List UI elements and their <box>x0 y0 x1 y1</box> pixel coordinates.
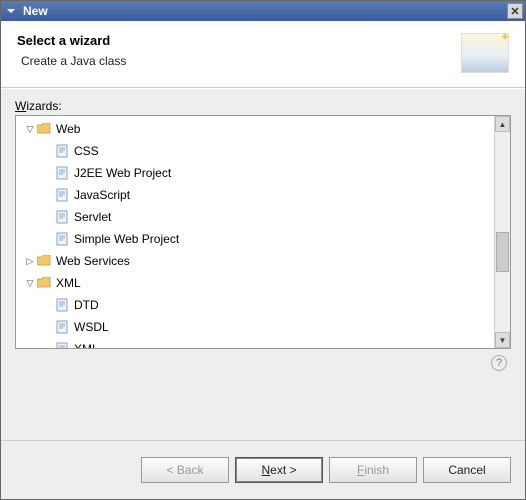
next-button[interactable]: Next > <box>235 457 323 483</box>
tree-item[interactable]: DTD <box>16 294 494 316</box>
button-bar: < Back Next > Finish Cancel <box>1 440 525 499</box>
banner-title: Select a wizard <box>17 33 461 48</box>
tree-item[interactable]: Simple Web Project <box>16 228 494 250</box>
finish-button: Finish <box>329 457 417 483</box>
tree-item-label: Web Services <box>56 254 130 268</box>
tree-item[interactable]: CSS <box>16 140 494 162</box>
vertical-scrollbar[interactable]: ▲ ▼ <box>494 116 510 348</box>
banner: Select a wizard Create a Java class <box>1 21 525 88</box>
banner-text: Select a wizard Create a Java class <box>17 33 461 68</box>
tree-item-label: XML <box>74 342 99 348</box>
tree-item[interactable]: ▷ Web Services <box>16 250 494 272</box>
tree-item-label: CSS <box>74 144 99 158</box>
tree-item[interactable]: JavaScript <box>16 184 494 206</box>
tree-item-label: WSDL <box>74 320 109 334</box>
tree-item[interactable]: WSDL <box>16 316 494 338</box>
tree-item-label: Servlet <box>74 210 111 224</box>
file-icon <box>54 341 70 348</box>
dialog-window: New Select a wizard Create a Java class … <box>0 0 526 500</box>
back-button: < Back <box>141 457 229 483</box>
close-button[interactable] <box>507 3 523 19</box>
file-icon <box>54 231 70 247</box>
file-icon <box>54 319 70 335</box>
help-row: ? <box>15 349 511 375</box>
content-area: Wizards: ▽ Web CSS J2EE Web Project JavaScri… <box>1 88 525 440</box>
tree-item[interactable]: XML <box>16 338 494 348</box>
scroll-thumb[interactable] <box>496 232 509 272</box>
folder-icon <box>36 253 52 269</box>
scroll-up-button[interactable]: ▲ <box>495 116 510 132</box>
folder-icon <box>36 121 52 137</box>
tree-item[interactable]: ▽ Web <box>16 118 494 140</box>
file-icon <box>54 297 70 313</box>
tree-item-label: J2EE Web Project <box>74 166 171 180</box>
twisty-collapsed-icon[interactable]: ▷ <box>24 256 36 267</box>
tree-item[interactable]: Servlet <box>16 206 494 228</box>
cancel-button[interactable]: Cancel <box>423 457 511 483</box>
banner-subtitle: Create a Java class <box>21 54 461 68</box>
file-icon <box>54 187 70 203</box>
tree-item-label: Web <box>56 122 80 136</box>
file-icon <box>54 165 70 181</box>
window-title: New <box>23 4 507 18</box>
tree-item-label: XML <box>56 276 81 290</box>
tree-item[interactable]: J2EE Web Project <box>16 162 494 184</box>
wizard-banner-icon <box>461 33 509 73</box>
folder-icon <box>36 275 52 291</box>
twisty-expanded-icon[interactable]: ▽ <box>24 278 36 289</box>
scroll-track[interactable] <box>495 132 510 332</box>
tree-item-label: JavaScript <box>74 188 130 202</box>
twisty-expanded-icon[interactable]: ▽ <box>24 124 36 135</box>
wizards-label: Wizards: <box>15 99 511 113</box>
tree-item-label: Simple Web Project <box>74 232 179 246</box>
file-icon <box>54 209 70 225</box>
scroll-down-button[interactable]: ▼ <box>495 332 510 348</box>
back-button-label: < Back <box>166 463 203 477</box>
wizard-tree-container: ▽ Web CSS J2EE Web Project JavaScript Servlet… <box>15 115 511 349</box>
file-icon <box>54 143 70 159</box>
system-menu-icon[interactable] <box>3 3 19 19</box>
tree-item-label: DTD <box>74 298 99 312</box>
titlebar[interactable]: New <box>1 1 525 21</box>
wizard-tree[interactable]: ▽ Web CSS J2EE Web Project JavaScript Servlet… <box>16 116 494 348</box>
help-icon[interactable]: ? <box>491 355 507 371</box>
tree-item[interactable]: ▽ XML <box>16 272 494 294</box>
cancel-button-label: Cancel <box>448 463 485 477</box>
